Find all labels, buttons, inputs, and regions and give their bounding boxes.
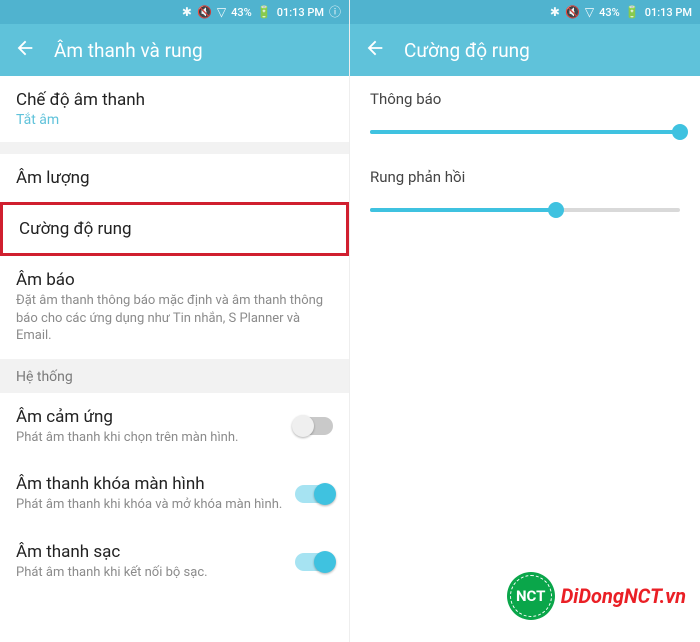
row-title: Âm thanh khóa màn hình xyxy=(16,474,287,494)
slider-label: Thông báo xyxy=(370,90,680,108)
row-title: Cường độ rung xyxy=(19,219,330,239)
gap xyxy=(0,142,349,154)
row-title: Âm cảm ứng xyxy=(16,407,287,427)
time-text: 01:13 PM xyxy=(645,6,692,19)
bluetooth-icon: ✱ xyxy=(550,6,560,18)
battery-text: 43% xyxy=(599,6,620,19)
slider-thumb[interactable] xyxy=(672,124,688,140)
slider-label: Rung phản hồi xyxy=(370,168,680,186)
toggle-screen-lock-sounds[interactable] xyxy=(295,485,333,503)
row-volume[interactable]: Âm lượng xyxy=(0,154,349,202)
row-desc: Đặt âm thanh thông báo mặc định và âm th… xyxy=(16,292,333,345)
row-touch-sounds[interactable]: Âm cảm ứng Phát âm thanh khi chọn trên m… xyxy=(0,393,349,461)
phone-left: ✱ 🔇 ▽ 43% 🔋 01:13 PM ⓘ Âm thanh và rung … xyxy=(0,0,350,642)
row-value: Tắt âm xyxy=(16,112,333,128)
watermark: NCT DiDongNCT.vn xyxy=(507,572,686,620)
row-title: Âm lượng xyxy=(16,168,333,188)
settings-list: Chế độ âm thanh Tắt âm Âm lượng Cường độ… xyxy=(0,76,349,642)
page-title: Âm thanh và rung xyxy=(54,39,203,62)
toggle-touch-sounds[interactable] xyxy=(295,417,333,435)
back-icon[interactable] xyxy=(364,37,386,63)
row-vibration-intensity[interactable]: Cường độ rung xyxy=(0,202,349,256)
back-icon[interactable] xyxy=(14,37,36,63)
brand-text: DiDongNCT.vn xyxy=(561,584,686,608)
wifi-icon: ▽ xyxy=(217,6,226,18)
row-notification-sound[interactable]: Âm báo Đặt âm thanh thông báo mặc định v… xyxy=(0,256,349,359)
header: Cường độ rung xyxy=(350,24,700,76)
mute-icon: 🔇 xyxy=(197,6,212,18)
bluetooth-icon: ✱ xyxy=(182,6,192,18)
slider-notification: Thông báo xyxy=(350,76,700,154)
row-title: Âm thanh sạc xyxy=(16,542,287,562)
slider-feedback: Rung phản hồi xyxy=(350,154,700,232)
row-charging-sounds[interactable]: Âm thanh sạc Phát âm thanh khi kết nối b… xyxy=(0,528,349,596)
section-header-system: Hệ thống xyxy=(0,359,349,393)
slider-thumb[interactable] xyxy=(548,202,564,218)
time-text: 01:13 PM xyxy=(277,6,324,19)
row-desc: Phát âm thanh khi chọn trên màn hình. xyxy=(16,429,287,447)
page-title: Cường độ rung xyxy=(404,39,530,62)
status-bar: ✱ 🔇 ▽ 43% 🔋 01:13 PM xyxy=(350,0,700,24)
vibration-settings: Thông báo Rung phản hồi xyxy=(350,76,700,642)
slider-track[interactable] xyxy=(370,208,680,212)
row-title: Chế độ âm thanh xyxy=(16,90,333,110)
row-sound-mode[interactable]: Chế độ âm thanh Tắt âm xyxy=(0,76,349,142)
logo-text: NCT xyxy=(516,587,545,605)
phone-right: ✱ 🔇 ▽ 43% 🔋 01:13 PM Cường độ rung Thông… xyxy=(350,0,700,642)
battery-text: 43% xyxy=(231,6,252,19)
row-desc: Phát âm thanh khi khóa và mở khóa màn hì… xyxy=(16,496,287,514)
header: Âm thanh và rung xyxy=(0,24,349,76)
wifi-icon: ▽ xyxy=(585,6,594,18)
toggle-charging-sounds[interactable] xyxy=(295,553,333,571)
battery-icon: 🔋 xyxy=(625,6,640,18)
mute-icon: 🔇 xyxy=(565,6,580,18)
row-title: Âm báo xyxy=(16,270,333,290)
row-screen-lock-sounds[interactable]: Âm thanh khóa màn hình Phát âm thanh khi… xyxy=(0,460,349,528)
info-icon: ⓘ xyxy=(329,6,341,18)
logo-icon: NCT xyxy=(507,572,555,620)
battery-icon: 🔋 xyxy=(257,6,272,18)
slider-track[interactable] xyxy=(370,130,680,134)
status-bar: ✱ 🔇 ▽ 43% 🔋 01:13 PM ⓘ xyxy=(0,0,349,24)
row-desc: Phát âm thanh khi kết nối bộ sạc. xyxy=(16,564,287,582)
